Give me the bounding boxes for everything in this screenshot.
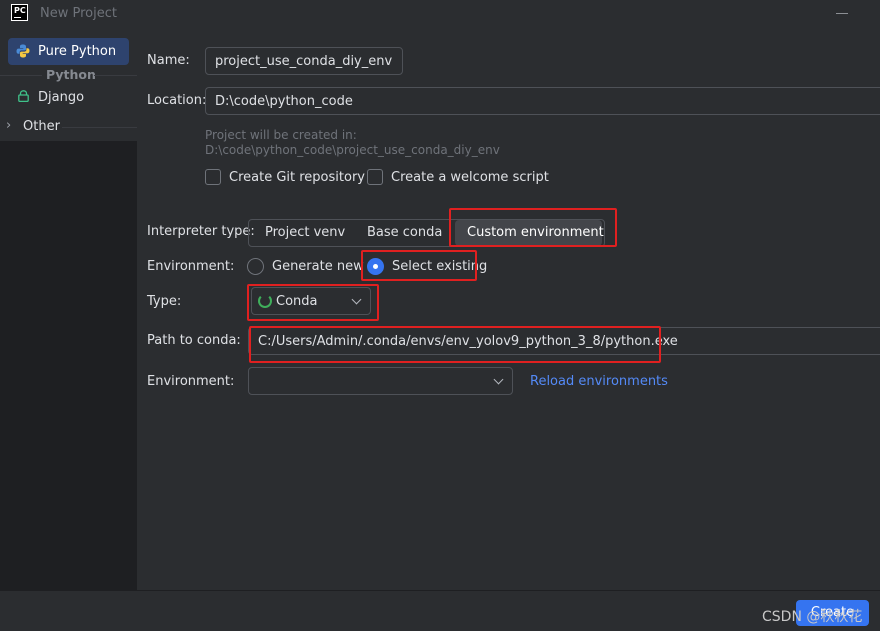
- name-input[interactable]: project_use_conda_diy_env: [205, 47, 403, 75]
- sidebar-group-label: Python: [46, 67, 96, 82]
- footer-bar: [0, 590, 880, 631]
- highlight-box: [449, 208, 617, 247]
- divider: [94, 75, 137, 76]
- interpreter-type-label: Interpreter type:: [147, 224, 255, 239]
- minimize-button[interactable]: [836, 13, 848, 14]
- divider: [0, 75, 42, 76]
- window-title: New Project: [40, 6, 117, 21]
- location-input[interactable]: D:\code\python_code: [205, 87, 880, 115]
- environment-select[interactable]: [248, 367, 513, 395]
- welcome-checkbox[interactable]: [367, 169, 383, 185]
- sidebar-item-other[interactable]: Other: [23, 119, 60, 134]
- lock-icon: [18, 90, 29, 102]
- sidebar-item-label: Pure Python: [38, 44, 117, 59]
- highlight-box: [247, 284, 379, 321]
- pycharm-logo-icon: PC: [11, 4, 28, 21]
- sidebar-item-django[interactable]: Django: [38, 90, 84, 105]
- environment-label: Environment:: [147, 259, 235, 274]
- location-hint-path: D:\code\python_code\project_use_conda_di…: [205, 143, 500, 157]
- location-label: Location:: [147, 93, 207, 108]
- tab-project-venv[interactable]: Project venv: [265, 225, 345, 240]
- tab-base-conda[interactable]: Base conda: [367, 225, 442, 240]
- environment-select-label: Environment:: [147, 374, 235, 389]
- title-bar: [0, 0, 880, 30]
- path-to-conda-label: Path to conda:: [147, 333, 241, 348]
- name-label: Name:: [147, 53, 190, 68]
- divider: [62, 127, 137, 128]
- location-hint: Project will be created in:: [205, 128, 357, 142]
- git-checkbox[interactable]: [205, 169, 221, 185]
- radio-generate-new[interactable]: [247, 258, 264, 275]
- python-icon: [16, 44, 30, 58]
- git-checkbox-label: Create Git repository: [229, 170, 365, 185]
- type-label: Type:: [147, 294, 182, 309]
- highlight-box: [249, 326, 661, 363]
- highlight-box: [361, 250, 477, 281]
- radio-generate-new-label: Generate new: [272, 259, 364, 274]
- welcome-checkbox-label: Create a welcome script: [391, 170, 549, 185]
- watermark: CSDN @秋秋花: [762, 609, 863, 625]
- chevron-right-icon[interactable]: ›: [6, 118, 11, 133]
- reload-environments-link[interactable]: Reload environments: [530, 374, 668, 389]
